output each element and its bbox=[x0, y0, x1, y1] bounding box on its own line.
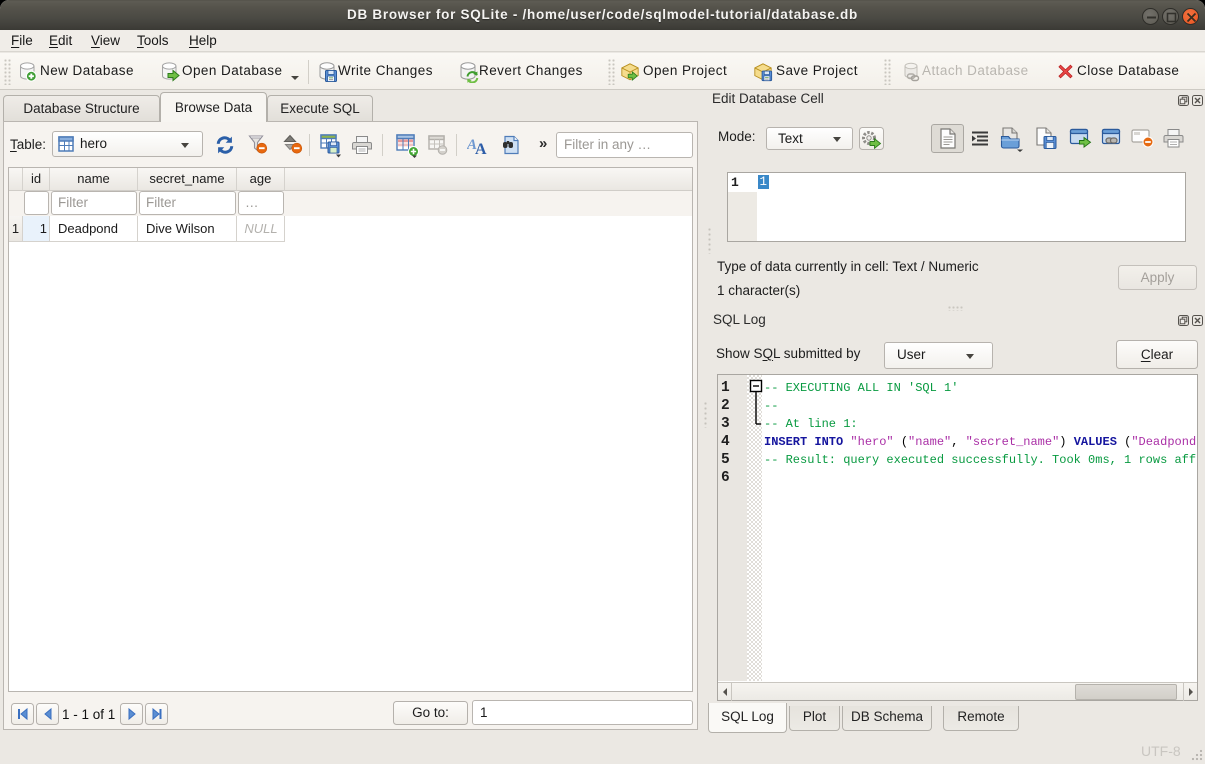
svg-text:A: A bbox=[475, 141, 487, 155]
